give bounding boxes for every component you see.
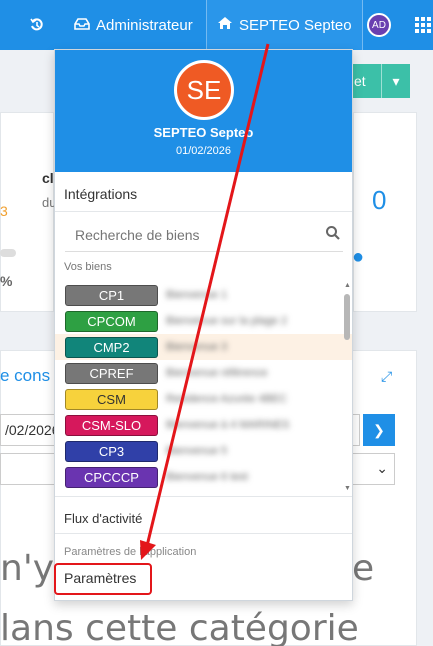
background-heading-part1: n'y <box>0 548 55 589</box>
user-dropdown: SE SEPTEO Septeo 01/02/2026 Intégrations… <box>54 49 353 601</box>
bien-name: Bienvenue sur la plage 2 <box>166 315 288 327</box>
bien-name: Bienvenue référence <box>166 367 268 379</box>
search-icon[interactable] <box>325 225 341 241</box>
child-icon: ● <box>352 246 365 268</box>
bien-badge: CSM <box>65 388 158 410</box>
integrations-link[interactable]: Intégrations <box>55 172 352 212</box>
biens-label: Vos biens <box>64 261 112 273</box>
bien-badge: CSM-SLO <box>65 414 158 436</box>
background-zero-value: 0 <box>372 185 387 215</box>
bien-row[interactable]: CPCOM Bienvenue sur la plage 2 <box>55 308 352 334</box>
biens-list: CP1 Bienvenue 1 CPCOM Bienvenue sur la plag… <box>55 282 352 492</box>
scroll-up-icon[interactable]: ▲ <box>344 282 351 289</box>
inbox-icon <box>74 17 90 34</box>
bien-badge: CPCOM <box>65 310 158 332</box>
bien-name: Bienvenue 6 test <box>166 471 248 483</box>
user-label: SEPTEO Septeo <box>239 16 352 34</box>
bien-row[interactable]: CPREF Bienvenue référence <box>55 360 352 386</box>
search-box <box>65 220 343 252</box>
caret-down-icon[interactable]: ▾ <box>381 64 410 98</box>
bien-badge: CMP2 <box>65 336 158 358</box>
dropdown-avatar: SE <box>174 60 234 120</box>
bien-row[interactable]: CPCCCP Bienvenue 6 test <box>55 464 352 490</box>
bien-badge: CPREF <box>65 362 158 384</box>
highlight-box <box>54 563 152 595</box>
bien-row[interactable]: CP1 Bienvenue 1 <box>55 282 352 308</box>
search-input[interactable] <box>65 220 305 250</box>
bien-name: Residence Azurée 4BEC <box>166 393 288 405</box>
bien-row[interactable]: CSM-SLO Bienvenue à 4 MARINES <box>55 412 352 438</box>
scroll-thumb[interactable] <box>344 294 350 340</box>
bien-badge: CP1 <box>65 284 158 306</box>
background-heading-line2: lans cette catégorie <box>0 608 359 646</box>
home-icon <box>217 16 233 34</box>
dropdown-header: SE SEPTEO Septeo 01/02/2026 <box>55 50 352 172</box>
background-action-label: et <box>354 73 366 89</box>
bien-badge: CP3 <box>65 440 158 462</box>
bien-name: Bienvenue 5 <box>166 445 228 457</box>
avatar[interactable]: AD <box>367 13 391 37</box>
admin-menu[interactable]: Administrateur <box>62 0 203 50</box>
params-section-title: Paramètres de l'application <box>64 546 197 558</box>
bien-row[interactable]: CSM Residence Azurée 4BEC <box>55 386 352 412</box>
flux-activite-link[interactable]: Flux d'activité <box>55 496 352 534</box>
bien-name: Bienvenue 1 <box>166 289 228 301</box>
scroll-down-icon[interactable]: ▼ <box>344 485 351 492</box>
chevron-down-icon: ⌄ <box>376 460 388 476</box>
top-navbar: Administrateur SEPTEO Septeo AD <box>0 0 433 50</box>
bien-name: Bienvenue à 4 MARINES <box>166 419 290 431</box>
expand-icon[interactable]: ⤢ <box>381 368 392 385</box>
history-icon[interactable] <box>24 0 50 50</box>
apps-grid-icon[interactable] <box>415 17 431 33</box>
biens-scrollbar[interactable]: ▲ ▼ <box>344 282 351 492</box>
bien-row[interactable]: CP3 Bienvenue 5 <box>55 438 352 464</box>
bien-badge: CPCCCP <box>65 466 158 488</box>
background-progress-bar <box>0 249 16 257</box>
background-heading-part2: e <box>352 548 375 589</box>
background-text-cl: cl <box>42 170 54 186</box>
chevron-right-icon[interactable]: ❯ <box>363 414 395 446</box>
user-menu[interactable]: SEPTEO Septeo <box>206 0 363 50</box>
admin-label: Administrateur <box>96 16 193 34</box>
bien-name: Bienvenue 3 <box>166 341 228 353</box>
background-value-3: 3 <box>0 203 8 219</box>
dropdown-date: 01/02/2026 <box>175 145 232 157</box>
bien-row[interactable]: CMP2 Bienvenue 3 <box>55 334 352 360</box>
background-link-fragment[interactable]: e cons <box>0 366 50 386</box>
dropdown-user-name: SEPTEO Septeo <box>153 125 254 140</box>
background-percent: % <box>0 273 13 289</box>
